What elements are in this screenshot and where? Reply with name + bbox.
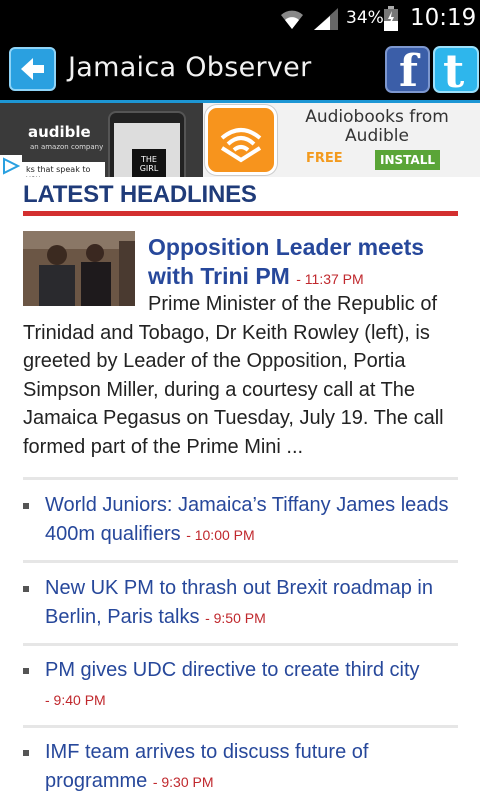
twitter-button[interactable]: t — [433, 44, 479, 98]
adchoices-icon[interactable] — [0, 155, 22, 177]
ad-book-cover: THE GIRL — [132, 149, 166, 177]
ad-banner[interactable]: audible an amazon company THE GIRL ks th… — [0, 103, 480, 177]
headline-time: - 9:30 PM — [152, 774, 214, 790]
lead-story-time: - 11:37 PM — [296, 271, 364, 287]
ad-brand: audible — [28, 123, 91, 141]
battery-icon — [384, 6, 398, 31]
action-bar: Jamaica Observer f t — [0, 38, 480, 100]
headline-time: - 9:40 PM — [45, 692, 106, 708]
headline-time: - 10:00 PM — [186, 527, 255, 543]
lead-story-summary[interactable]: Prime Minister of the Republic of Trinid… — [23, 290, 463, 461]
audible-app-icon[interactable] — [205, 105, 277, 175]
ad-image[interactable]: audible an amazon company THE GIRL ks th… — [0, 103, 203, 177]
section-title: LATEST HEADLINES — [23, 181, 257, 208]
facebook-button[interactable]: f — [385, 46, 430, 97]
status-bar: 34% 10:19 — [0, 0, 480, 38]
battery-percentage: 34% — [346, 8, 384, 28]
twitter-icon: t — [443, 44, 465, 98]
phone-image: THE GIRL — [108, 111, 186, 177]
wifi-icon — [281, 10, 303, 29]
divider — [23, 477, 458, 480]
divider — [23, 725, 458, 728]
install-button[interactable]: INSTALL — [375, 150, 440, 170]
bullet-icon — [23, 586, 29, 592]
section-rule — [23, 211, 458, 216]
headline-title[interactable]: PM gives UDC directive to create third c… — [45, 659, 420, 681]
headline-time: - 9:50 PM — [205, 610, 266, 626]
ad-brand-sub: an amazon company — [30, 143, 104, 151]
clock: 10:19 — [410, 5, 477, 31]
bullet-icon — [23, 503, 29, 509]
ad-title: Audiobooks from Audible — [305, 107, 449, 146]
divider — [23, 643, 458, 646]
bullet-icon — [23, 750, 29, 756]
ad-price: FREE — [306, 151, 343, 166]
bullet-icon — [23, 668, 29, 674]
back-button[interactable] — [9, 47, 56, 91]
back-arrow-icon — [21, 58, 44, 80]
app-title: Jamaica Observer — [68, 52, 312, 83]
facebook-icon: f — [399, 46, 418, 97]
signal-icon — [314, 8, 338, 30]
divider — [23, 560, 458, 563]
lead-story-headline[interactable]: Opposition Leader meets with Trini PM - … — [148, 233, 458, 294]
